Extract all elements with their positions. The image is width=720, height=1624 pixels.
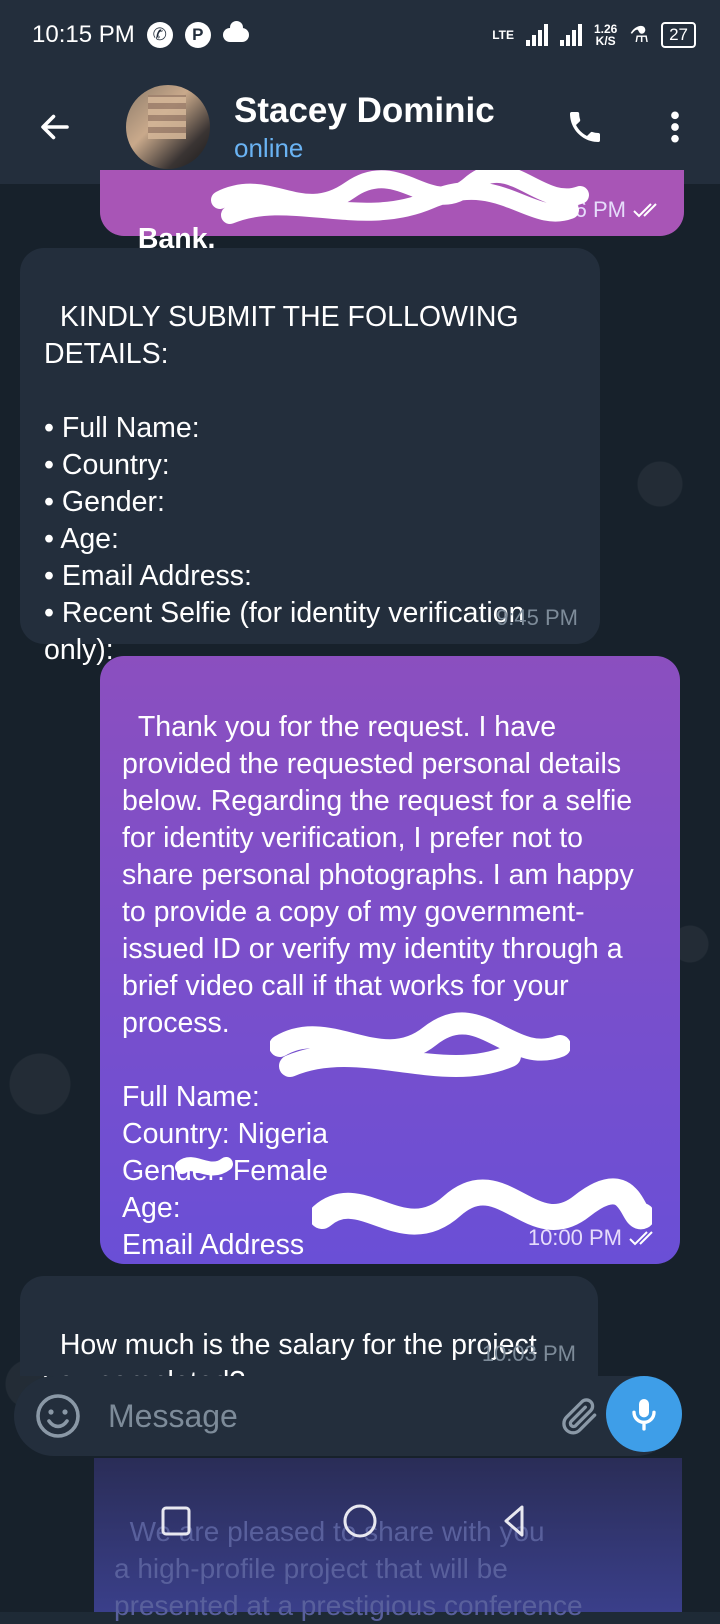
phone-icon (570, 112, 600, 142)
mic-button[interactable] (606, 1376, 682, 1452)
emoji-icon (36, 1394, 80, 1438)
network-type: LTE (492, 29, 514, 41)
network-label: LTE (492, 28, 514, 42)
preview-text: We are pleased to share with you a high-… (114, 1516, 583, 1621)
message-time: 10:00 PM (528, 1219, 658, 1256)
contact-info[interactable]: Stacey Dominic online (234, 90, 540, 164)
message-bubble-incoming[interactable]: KINDLY SUBMIT THE FOLLOWING DETAILS: • F… (20, 248, 600, 666)
message-time: 10:03 PM (482, 1335, 576, 1372)
attach-button[interactable] (558, 1394, 602, 1438)
background-preview: We are pleased to share with you a high-… (94, 1458, 682, 1621)
avatar[interactable] (126, 85, 210, 169)
more-vertical-icon (671, 111, 679, 143)
contact-name: Stacey Dominic (234, 91, 495, 130)
chat-header: Stacey Dominic online (0, 70, 720, 184)
microphone-icon (632, 1399, 656, 1431)
status-right: LTE 1.26 K/S ⚗ 27 (492, 22, 696, 48)
time-label: 9:36 PM (544, 197, 626, 222)
status-left: 10:15 PM ✆ P (32, 21, 249, 49)
redaction-scribble (211, 170, 589, 224)
net-speed: 1.26 K/S (594, 23, 617, 47)
message-text: KINDLY SUBMIT THE FOLLOWING DETAILS: • F… (44, 301, 525, 666)
cloud-icon (222, 21, 249, 42)
signal-icon-2 (559, 24, 582, 46)
contact-status: online (234, 133, 304, 163)
message-time: 9:45 PM (496, 599, 578, 636)
emoji-button[interactable] (34, 1392, 82, 1440)
message-time: 9:36 PM (544, 191, 662, 228)
double-check-icon (629, 1230, 653, 1245)
time-label: 10:03 PM (481, 1341, 576, 1366)
message-text: Thank you for the request. I have provid… (122, 711, 634, 1261)
redaction-scribble (270, 1012, 570, 1077)
battery-level: 27 (669, 25, 688, 44)
message-bubble-outgoing[interactable]: Bank. 9:36 PM (100, 170, 684, 255)
clock: 10:15 PM (32, 21, 135, 48)
flask-icon: ⚗ (629, 22, 650, 47)
message-bubble-outgoing[interactable]: Thank you for the request. I have provid… (100, 656, 680, 1264)
call-button[interactable] (540, 70, 630, 184)
back-button[interactable] (0, 70, 110, 184)
speed-unit: K/S (595, 34, 616, 48)
time-label: 9:45 PM (496, 605, 578, 630)
menu-button[interactable] (630, 70, 720, 184)
back-arrow-icon (41, 114, 69, 140)
signal-icon (525, 24, 548, 46)
whatsapp-icon: ✆ (146, 22, 173, 48)
status-bar: 10:15 PM ✆ P LTE 1.26 K/S ⚗ 27 (0, 0, 720, 70)
message-bubble-incoming[interactable]: How much is the salary for the project y… (20, 1276, 598, 1398)
time-label: 10:00 PM (527, 1225, 622, 1250)
message-input[interactable] (106, 1396, 558, 1436)
paperclip-icon (562, 1398, 597, 1435)
double-check-icon (633, 202, 657, 217)
battery-icon: 27 (661, 22, 696, 48)
pinterest-icon: P (184, 22, 211, 48)
message-composer (14, 1376, 676, 1456)
